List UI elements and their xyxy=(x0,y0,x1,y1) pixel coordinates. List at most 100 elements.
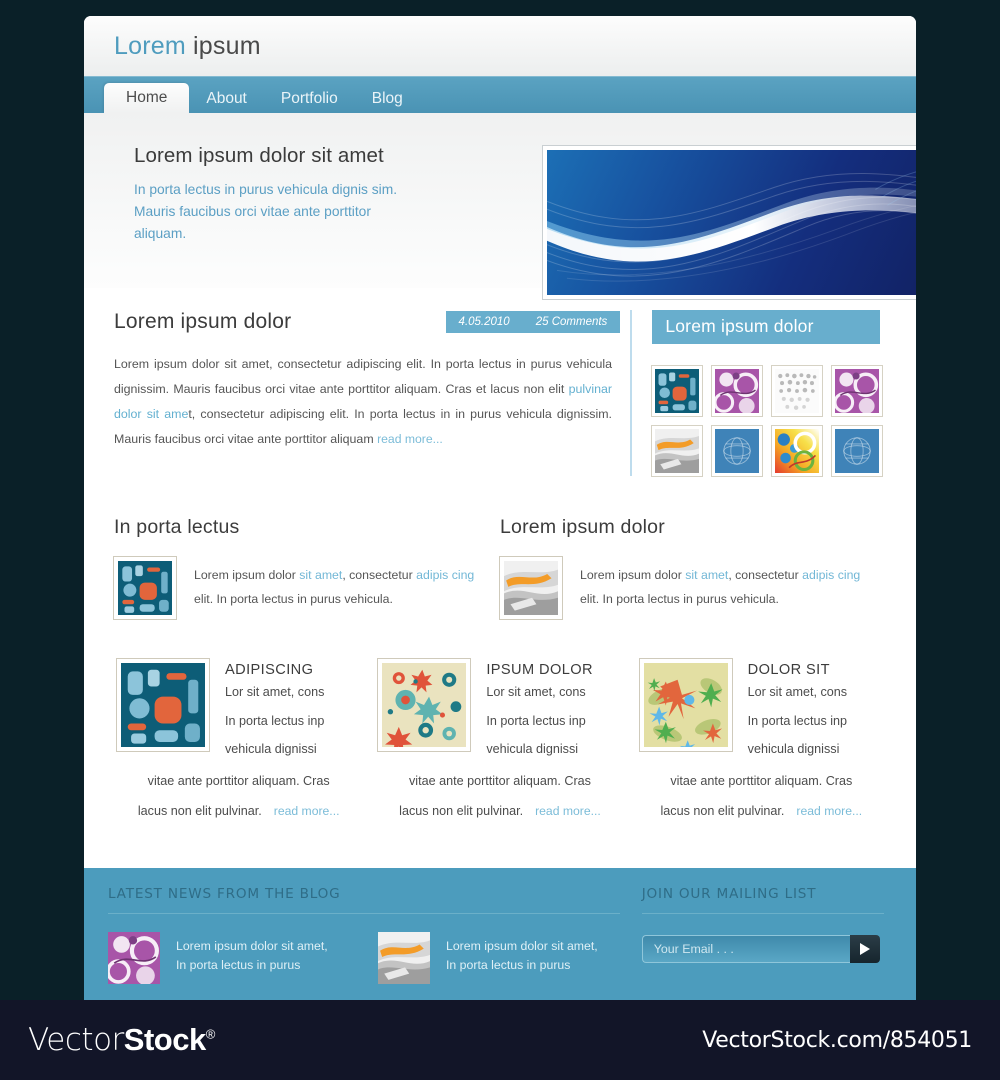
mailing-list-form xyxy=(641,935,880,963)
duo-text-a-left: Lorem ipsum dolor xyxy=(194,568,300,582)
card-line5-ipsum-dolor: lacus non elit pulvinar. xyxy=(399,803,524,818)
card-foot-dolor-sit: vitae ante porttitor aliquam. Cras lacus… xyxy=(640,766,883,826)
main-navigation: Home About Portfolio Blog xyxy=(84,76,916,113)
registered-mark-icon: ® xyxy=(205,1026,216,1042)
card-top-dolor-sit: DOLOR SIT Lor sit amet, cons In porta le… xyxy=(638,658,883,764)
footer-news-list: Lorem ipsum dolor sit amet, In porta lec… xyxy=(108,932,620,984)
duo-row-right: Lorem ipsum dolor sit amet, consectetur … xyxy=(499,556,886,620)
card-line1-dolor-sit: Lor sit amet, cons xyxy=(747,685,848,699)
footer-mailing-section: JOIN OUR MAILING LIST xyxy=(641,886,884,1005)
thumb-grey-dots[interactable] xyxy=(771,365,824,417)
card-read-more-adipiscing[interactable]: read more... xyxy=(274,804,340,818)
email-input[interactable] xyxy=(641,935,850,963)
card-line5-dolor-sit: lacus non elit pulvinar. xyxy=(660,803,785,818)
footer-thumb-purple-circles xyxy=(108,932,160,984)
vectorstock-watermark-bar: VectorStock® VectorStock.com/854051 xyxy=(0,1000,1000,1080)
footer-news-line1-2: Lorem ipsum dolor sit amet, xyxy=(446,939,598,953)
site-header: Lorem ipsum xyxy=(84,16,916,76)
footer-news-line2-2: In porta lectus in purus xyxy=(446,958,571,972)
site-logo[interactable]: Lorem ipsum xyxy=(114,32,261,61)
thumb-purple-circles-2[interactable] xyxy=(831,365,884,417)
card-thumb-floral-cream[interactable] xyxy=(377,658,472,752)
duo-thumb-silver-swoosh[interactable] xyxy=(499,556,563,620)
card-lines-ipsum-dolor: Lor sit amet, cons In porta lectus inp v… xyxy=(486,678,593,764)
card-line2-adipiscing: In porta lectus inp xyxy=(225,713,325,728)
hero-title: Lorem ipsum dolor sit amet xyxy=(134,144,384,167)
card-top-ipsum-dolor: IPSUM DOLOR Lor sit amet, cons In porta … xyxy=(377,658,621,764)
card-line4-ipsum-dolor: vitae ante porttitor aliquam. Cras xyxy=(408,773,591,788)
card-right-dolor-sit: DOLOR SIT Lor sit amet, cons In porta le… xyxy=(748,659,847,764)
footer-news-line1-1: Lorem ipsum dolor sit amet, xyxy=(176,939,328,953)
play-arrow-icon xyxy=(859,943,870,955)
duo-text-right: Lorem ipsum dolor sit amet, consectetur … xyxy=(580,557,865,619)
sidebar-thumbnail-grid xyxy=(651,365,886,477)
duo-text-left: Lorem ipsum dolor sit amet, consectetur … xyxy=(194,557,479,619)
logo-secondary: ipsum xyxy=(193,31,261,60)
duo-column-right: Lorem ipsum dolor Lorem ipsum dolor sit … xyxy=(499,516,886,620)
card-line2-dolor-sit: In porta lectus inp xyxy=(747,713,848,728)
thumb-blue-globe[interactable] xyxy=(711,425,764,477)
content-area: Lorem ipsum dolor 4.05.2010 25 Comments … xyxy=(84,288,916,477)
thumb-rainbow-circles[interactable] xyxy=(771,425,824,477)
wave-svg xyxy=(547,171,916,282)
card-heading-ipsum-dolor: IPSUM DOLOR xyxy=(486,662,593,678)
hero-subtitle: In porta lectus in purus vehicula dignis… xyxy=(134,182,398,241)
duo-text-c-right: elit. In porta lectus in purus vehicula. xyxy=(580,592,779,606)
duo-link-a-left[interactable]: sit amet xyxy=(299,568,342,582)
duo-thumb-retro-blocks[interactable] xyxy=(113,556,177,620)
vectorstock-brand-bold: Stock xyxy=(123,1022,206,1057)
duo-heading-right: Lorem ipsum dolor xyxy=(500,516,665,538)
duo-link-b-left[interactable]: adipis cing xyxy=(416,568,474,582)
card-lines-adipiscing: Lor sit amet, cons In porta lectus inp v… xyxy=(225,678,324,764)
thumb-blue-globe-2[interactable] xyxy=(831,425,884,477)
article-column: Lorem ipsum dolor 4.05.2010 25 Comments … xyxy=(114,310,621,476)
nav-item-portfolio[interactable]: Portfolio xyxy=(264,84,355,113)
article-read-more[interactable]: read more... xyxy=(377,432,443,446)
footer-news-item-1[interactable]: Lorem ipsum dolor sit amet, In porta lec… xyxy=(108,932,338,984)
duo-text-b-right: , consectetur xyxy=(728,568,803,582)
footer-blog-section: LATEST NEWS FROM THE BLOG Lorem ipsum do… xyxy=(108,886,620,1005)
article-date: 4.05.2010 xyxy=(458,316,510,328)
duo-text-a-right: Lorem ipsum dolor xyxy=(580,568,686,582)
card-line5-adipiscing: lacus non elit pulvinar. xyxy=(137,803,262,818)
duo-heading-left: In porta lectus xyxy=(114,516,240,538)
article-meta-badge: 4.05.2010 25 Comments xyxy=(445,311,621,333)
card-line5-wrap-ipsum-dolor: lacus non elit pulvinar. read more... xyxy=(378,796,621,826)
card-lines-dolor-sit: Lor sit amet, cons In porta lectus inp v… xyxy=(748,678,847,764)
site-footer: LATEST NEWS FROM THE BLOG Lorem ipsum do… xyxy=(84,868,916,1005)
card-adipiscing: ADIPISCING Lor sit amet, cons In porta l… xyxy=(108,658,369,826)
footer-mailing-heading: JOIN OUR MAILING LIST xyxy=(641,886,884,914)
hero-banner-image xyxy=(542,145,916,300)
card-right-adipiscing: ADIPISCING Lor sit amet, cons In porta l… xyxy=(225,659,324,764)
nav-item-home[interactable]: Home xyxy=(104,83,190,113)
article-body: Lorem ipsum dolor sit amet, consectetur … xyxy=(114,352,612,452)
nav-item-blog[interactable]: Blog xyxy=(355,84,420,113)
card-top-adipiscing: ADIPISCING Lor sit amet, cons In porta l… xyxy=(116,658,360,764)
card-heading-adipiscing: ADIPISCING xyxy=(225,662,314,678)
duo-row-left: Lorem ipsum dolor sit amet, consectetur … xyxy=(113,556,500,620)
card-thumb-retro-blocks[interactable] xyxy=(116,658,210,752)
card-line4-adipiscing: vitae ante porttitor aliquam. Cras xyxy=(147,773,330,788)
duo-link-a-right[interactable]: sit amet xyxy=(685,568,728,582)
duo-link-b-right[interactable]: adipis cing xyxy=(802,568,860,582)
duo-column-left: In porta lectus Lorem ipsum dolor sit am… xyxy=(113,516,500,620)
card-line3-dolor-sit: vehicula dignissi xyxy=(747,742,840,756)
footer-news-item-2[interactable]: Lorem ipsum dolor sit amet, In porta lec… xyxy=(378,932,608,984)
footer-thumb-silver-swoosh xyxy=(378,932,430,984)
card-read-more-dolor-sit[interactable]: read more... xyxy=(796,804,862,818)
nav-item-about[interactable]: About xyxy=(189,84,264,113)
subscribe-button[interactable] xyxy=(849,935,880,963)
card-thumb-floral-green[interactable] xyxy=(638,658,733,752)
footer-news-text-1: Lorem ipsum dolor sit amet, In porta lec… xyxy=(176,932,328,984)
card-heading-dolor-sit: DOLOR SIT xyxy=(747,662,830,678)
card-read-more-ipsum-dolor[interactable]: read more... xyxy=(535,804,601,818)
vectorstock-brand-light: Vector xyxy=(28,1022,124,1058)
two-column-section: In porta lectus Lorem ipsum dolor sit am… xyxy=(84,476,916,620)
card-line1-ipsum-dolor: Lor sit amet, cons xyxy=(486,685,586,699)
card-line3-ipsum-dolor: vehicula dignissi xyxy=(486,742,579,756)
thumb-purple-circles[interactable] xyxy=(711,365,764,417)
thumb-retro-blocks[interactable] xyxy=(651,365,704,417)
article-comments[interactable]: 25 Comments xyxy=(536,316,608,328)
thumb-silver-swoosh[interactable] xyxy=(651,425,704,477)
card-foot-ipsum-dolor: vitae ante porttitor aliquam. Cras lacus… xyxy=(378,766,621,826)
